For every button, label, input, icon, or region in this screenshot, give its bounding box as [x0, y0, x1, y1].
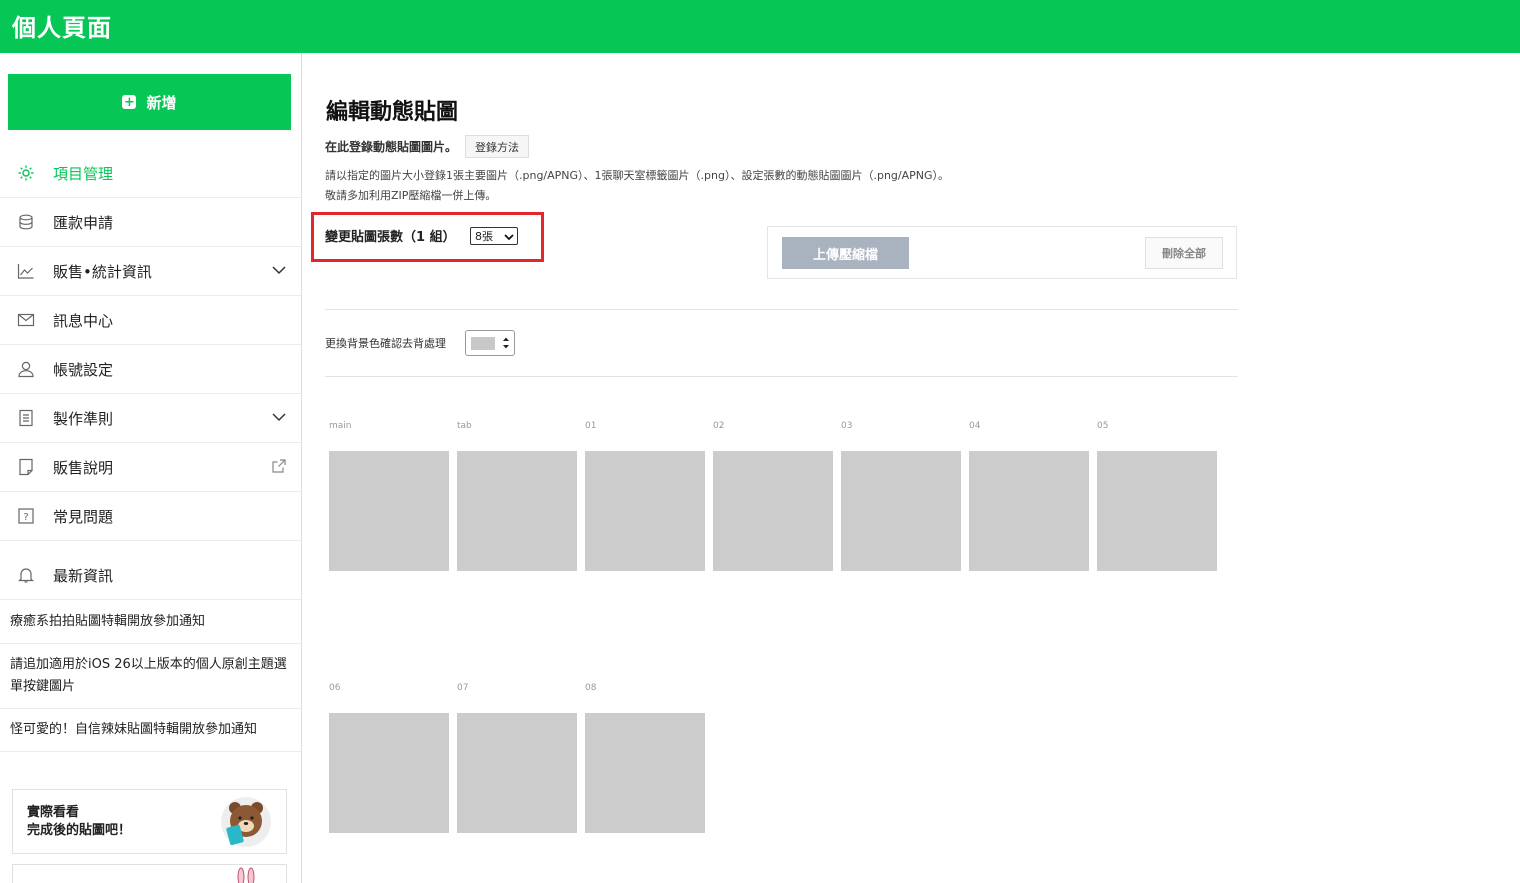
- sticker-slot-07[interactable]: [457, 713, 577, 833]
- note-icon: [19, 458, 33, 476]
- description-line-1: 請以指定的圖片大小登錄1張主要圖片（.png/APNG）、1張聊天室標籤圖片（.…: [325, 169, 950, 182]
- news-item-text: 怪可愛的！自信辣妹貼圖特輯開放參加通知: [10, 722, 258, 737]
- main-content: 編輯動態貼圖 在此登錄動態貼圖圖片。 登錄方法 請以指定的圖片大小登錄1張主要圖…: [303, 53, 1520, 883]
- sidebar-item-project-management[interactable]: 項目管理: [0, 149, 301, 198]
- chevron-down-icon[interactable]: [271, 262, 287, 278]
- sticker-slot-label: tab: [457, 421, 472, 431]
- sidebar-item-message-center[interactable]: 訊息中心: [0, 296, 301, 345]
- preview-promo-card[interactable]: 實際看看 完成後的貼圖吧！: [12, 789, 287, 854]
- sticker-slot-03[interactable]: [841, 451, 961, 571]
- sticker-count-label: 變更貼圖張數（1 組）: [325, 230, 456, 245]
- promo-card-secondary[interactable]: [12, 864, 287, 883]
- registration-method-button[interactable]: 登錄方法: [465, 135, 530, 158]
- sticker-slot-label: 04: [969, 421, 981, 431]
- promo-text: 實際看看 完成後的貼圖吧！: [27, 804, 131, 840]
- sidebar-item-label: 最新資訊: [53, 566, 114, 585]
- sidebar-item-label: 販售•統計資訊: [53, 262, 152, 281]
- sticker-slot-label: 07: [457, 683, 469, 693]
- promo-line-2: 完成後的貼圖吧！: [27, 823, 132, 838]
- background-color-label: 更換背景色確認去背處理: [325, 337, 446, 350]
- bunny-mascot-icon: [237, 867, 255, 883]
- line-chart-icon: [17, 264, 34, 279]
- sticker-slot-02[interactable]: [713, 451, 833, 571]
- sticker-slot-label: 05: [1097, 421, 1109, 431]
- top-header: 個人頁面: [0, 0, 1520, 53]
- background-color-select[interactable]: [465, 330, 515, 356]
- news-item-text: 療癒系拍拍貼圖特輯開放參加通知: [10, 614, 206, 629]
- divider: [325, 376, 1238, 377]
- sticker-slot-label: 03: [841, 421, 853, 431]
- sidebar: + 新增 項目管理 匯款申請 販售•統計資訊 訊息中心 帳號設定 製作準則 販售…: [0, 53, 302, 883]
- sidebar-item-label: 販售說明: [53, 458, 114, 477]
- delete-all-button[interactable]: 刪除全部: [1145, 237, 1223, 269]
- sidebar-item-account-settings[interactable]: 帳號設定: [0, 345, 301, 394]
- news-item-text: 請追加適用於iOS 26以上版本的個人原創主題選單按鍵圖片: [10, 657, 287, 694]
- sidebar-item-sales-info[interactable]: 販售說明: [0, 443, 301, 492]
- sticker-slot-01[interactable]: [585, 451, 705, 571]
- sidebar-item-label: 訊息中心: [53, 311, 114, 330]
- divider: [325, 309, 1238, 310]
- document-list-icon: [19, 409, 33, 427]
- chevron-down-icon: [504, 234, 514, 241]
- color-swatch: [471, 337, 495, 350]
- sticker-slot-label: 02: [713, 421, 725, 431]
- add-new-button[interactable]: + 新增: [8, 74, 291, 130]
- sidebar-item-label: 帳號設定: [53, 360, 114, 379]
- sidebar-item-guidelines[interactable]: 製作準則: [0, 394, 301, 443]
- sidebar-item-latest-news[interactable]: 最新資訊: [0, 551, 301, 600]
- coins-icon: [19, 214, 33, 230]
- sidebar-item-label: 匯款申請: [53, 213, 114, 232]
- sticker-slot-label: 01: [585, 421, 597, 431]
- description: 請以指定的圖片大小登錄1張主要圖片（.png/APNG）、1張聊天室標籤圖片（.…: [325, 166, 949, 206]
- sticker-slot-label: 08: [585, 683, 597, 693]
- envelope-icon: [17, 313, 35, 327]
- user-icon: [18, 361, 34, 378]
- bell-icon: [18, 568, 34, 583]
- upload-zip-button[interactable]: 上傳壓縮檔: [782, 237, 909, 269]
- sidebar-item-faq[interactable]: ? 常見問題: [0, 492, 301, 541]
- news-item[interactable]: 怪可愛的！自信辣妹貼圖特輯開放參加通知: [0, 709, 301, 752]
- sticker-slot-06[interactable]: [329, 713, 449, 833]
- sticker-count-select[interactable]: 8張: [470, 227, 518, 245]
- bear-mascot-icon: [221, 797, 271, 847]
- gear-icon: [18, 165, 34, 181]
- sidebar-item-label: 項目管理: [53, 164, 114, 183]
- subtitle-row: 在此登錄動態貼圖圖片。 登錄方法: [325, 135, 530, 158]
- sticker-slot-main[interactable]: [329, 451, 449, 571]
- sidebar-item-sales-stats[interactable]: 販售•統計資訊: [0, 247, 301, 296]
- external-link-icon[interactable]: [271, 458, 287, 474]
- sticker-slot-04[interactable]: [969, 451, 1089, 571]
- sticker-slot-tab[interactable]: [457, 451, 577, 571]
- plus-icon: +: [122, 94, 137, 110]
- sidebar-item-remittance[interactable]: 匯款申請: [0, 198, 301, 247]
- sticker-slot-label: 06: [329, 683, 341, 693]
- news-item[interactable]: 請追加適用於iOS 26以上版本的個人原創主題選單按鍵圖片: [0, 644, 301, 709]
- promo-line-1: 實際看看: [27, 805, 80, 820]
- subtitle: 在此登錄動態貼圖圖片。: [325, 140, 458, 154]
- sticker-slot-08[interactable]: [585, 713, 705, 833]
- sticker-slot-label: main: [329, 421, 352, 431]
- sticker-count-value: 8張: [475, 230, 493, 243]
- page-header-title: 個人頁面: [12, 14, 112, 42]
- page-title: 編輯動態貼圖: [326, 100, 459, 125]
- news-item[interactable]: 療癒系拍拍貼圖特輯開放參加通知: [0, 601, 301, 644]
- question-icon: ?: [18, 508, 34, 524]
- description-line-2: 敬請多加利用ZIP壓縮檔一併上傳。: [325, 189, 497, 202]
- sticker-slot-05[interactable]: [1097, 451, 1217, 571]
- select-arrows-icon: [503, 337, 509, 349]
- sidebar-item-label: 常見問題: [53, 507, 114, 526]
- chevron-down-icon[interactable]: [271, 409, 287, 425]
- add-new-label: 新增: [146, 93, 177, 112]
- sidebar-item-label: 製作準則: [53, 409, 114, 428]
- svg-text:?: ?: [23, 512, 28, 523]
- upload-panel: 上傳壓縮檔 刪除全部: [767, 226, 1237, 279]
